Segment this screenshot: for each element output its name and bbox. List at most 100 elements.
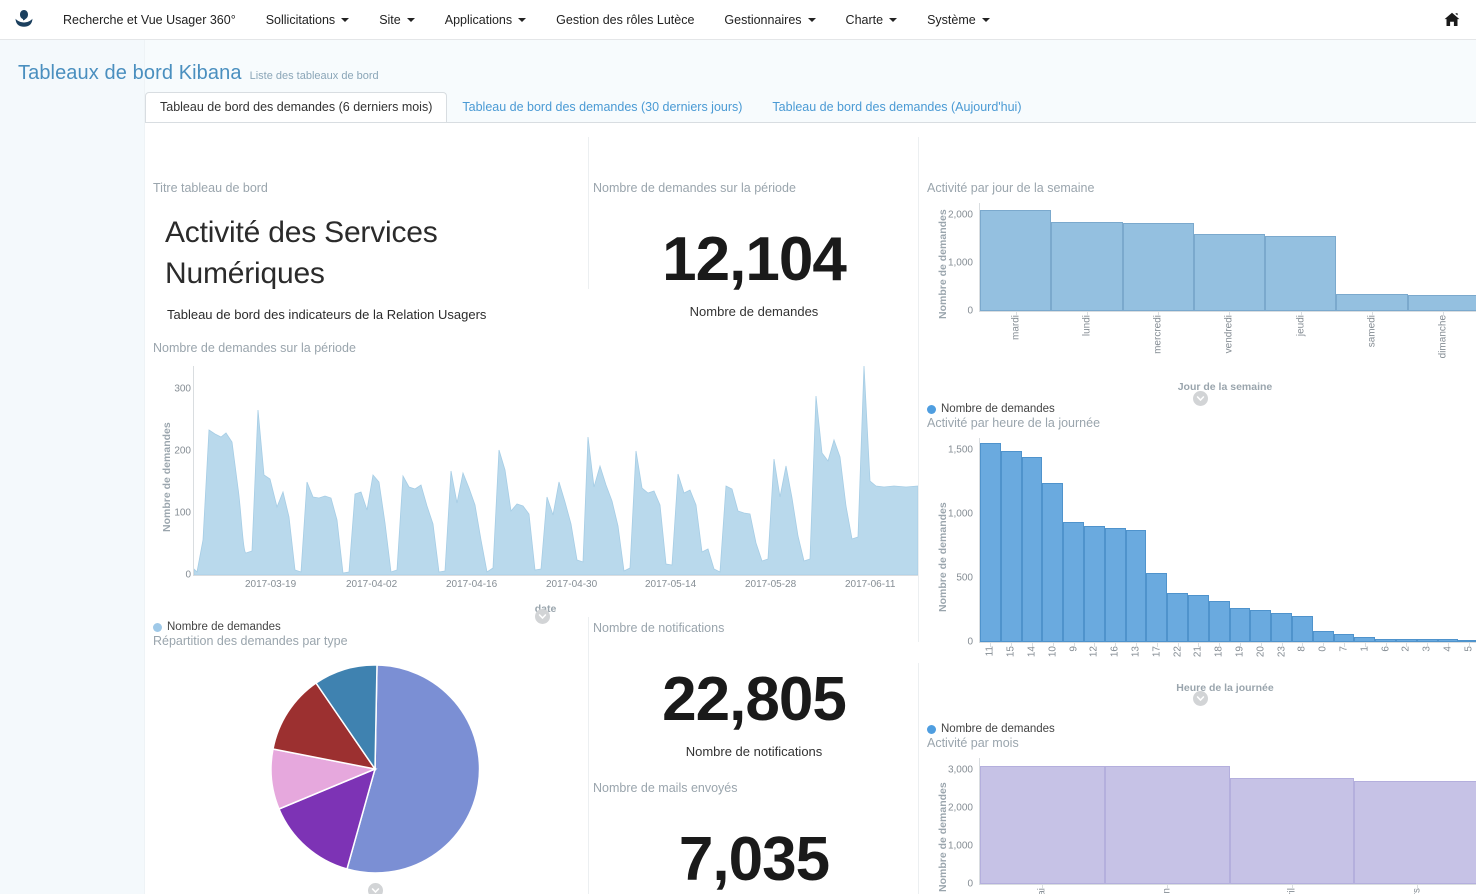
bar-slot[interactable]: jeudi [1265, 203, 1336, 311]
bar-slot[interactable]: juin [1105, 758, 1230, 884]
page-subtitle: Liste des tableaux de bord [250, 70, 379, 82]
x-tick-label-11: 11 [985, 646, 996, 656]
bar-hour-20[interactable] [1250, 610, 1271, 642]
x-tickmark [1282, 642, 1283, 647]
bar-slot[interactable]: 12 [1084, 438, 1105, 642]
bar-hour-7[interactable] [1334, 634, 1355, 642]
bar-slot[interactable]: 9 [1063, 438, 1084, 642]
bar-slot[interactable]: 11 [980, 438, 1001, 642]
bar-slot[interactable]: 14 [1022, 438, 1043, 642]
bar-hour-21[interactable] [1188, 595, 1209, 642]
collapse-chevron-icon-pie[interactable] [368, 883, 383, 894]
bar-jeudi[interactable] [1265, 236, 1336, 311]
bar-mercredi[interactable] [1123, 223, 1194, 311]
bar-slot[interactable]: 3 [1417, 438, 1438, 642]
tab-6-derniers-mois[interactable]: Tableau de bord des demandes (6 derniers… [145, 92, 447, 123]
bar-slot[interactable]: 8 [1292, 438, 1313, 642]
bar-avril[interactable] [1230, 778, 1355, 884]
bar-slot[interactable]: 13 [1126, 438, 1147, 642]
bar-slot[interactable]: 22 [1167, 438, 1188, 642]
nav-item-gestion-roles-lutece[interactable]: Gestion des rôles Lutèce [541, 0, 709, 40]
bar-slot[interactable]: avril [1230, 758, 1355, 884]
bar-slot[interactable]: 4 [1438, 438, 1459, 642]
bar-slot[interactable]: 5 [1458, 438, 1476, 642]
bar-slot[interactable]: dimanche [1408, 203, 1476, 311]
lutece-logo-icon[interactable] [0, 0, 48, 40]
bar-hour-16[interactable] [1105, 528, 1126, 642]
bar-hour-0[interactable] [1313, 631, 1334, 642]
x-tick-label-12: 12 [1089, 646, 1100, 657]
bar-slot[interactable]: 1 [1354, 438, 1375, 642]
bar-vendredi[interactable] [1194, 234, 1265, 311]
bar-hour-13[interactable] [1126, 530, 1147, 642]
bar-mai[interactable] [980, 766, 1105, 884]
timeline-area-chart[interactable]: Nombre de demandes 300 200 100 0 2017-03… [153, 357, 918, 597]
bar-hour-23[interactable] [1271, 613, 1292, 642]
nav-item-label: Sollicitations [266, 13, 335, 27]
x-tick-label-2017-04-30: 2017-04-30 [546, 579, 597, 590]
bar-slot[interactable]: 21 [1188, 438, 1209, 642]
collapse-chevron-icon-hour[interactable] [1193, 691, 1208, 706]
nav-item-applications[interactable]: Applications [430, 0, 541, 40]
nav-item-site[interactable]: Site [364, 0, 430, 40]
bar-slot[interactable]: 0 [1313, 438, 1334, 642]
month-bar-chart[interactable]: Nombre de demandes 3,000 2,000 1,000 0 m… [927, 752, 1476, 894]
home-icon[interactable] [1442, 10, 1462, 30]
pie-chart[interactable] [269, 663, 481, 880]
bar-slot[interactable]: 23 [1271, 438, 1292, 642]
panel-divider [588, 617, 589, 894]
bar-slot[interactable]: 2 [1396, 438, 1417, 642]
bar-slot[interactable]: vendredi [1194, 203, 1265, 311]
bar-dimanche[interactable] [1408, 295, 1476, 311]
bar-slot[interactable]: 16 [1105, 438, 1126, 642]
nav-item-gestionnaires[interactable]: Gestionnaires [709, 0, 830, 40]
hour-bar-chart[interactable]: Nombre de demandes 1,500 1,000 500 0 11 … [927, 432, 1476, 692]
bar-hour-15[interactable] [1001, 451, 1022, 642]
bar-slot[interactable]: 19 [1230, 438, 1251, 642]
panel-month-chart: Nombre de demandes Activité par mois Nom… [927, 723, 1476, 894]
bar-slot[interactable]: 17 [1146, 438, 1167, 642]
nav-item-charte[interactable]: Charte [831, 0, 913, 40]
pie-svg[interactable] [269, 663, 481, 875]
bar-slot[interactable]: lundi [1051, 203, 1122, 311]
bar-slot[interactable]: 18 [1209, 438, 1230, 642]
bar-hour-10[interactable] [1042, 483, 1063, 642]
bar-slot[interactable]: samedi [1336, 203, 1407, 311]
bar-mardi[interactable] [980, 210, 1051, 311]
nav-item-systeme[interactable]: Système [912, 0, 1005, 40]
bar-hour-9[interactable] [1063, 522, 1084, 642]
top-navigation-bar: Recherche et Vue Usager 360° Sollicitati… [0, 0, 1476, 40]
nav-item-recherche-vue-usager[interactable]: Recherche et Vue Usager 360° [48, 0, 251, 40]
bar-hour-11[interactable] [980, 443, 1001, 642]
bar-slot[interactable]: mars [1354, 758, 1476, 884]
x-tick-label-2017-03-19: 2017-03-19 [245, 579, 296, 590]
bar-lundi[interactable] [1051, 222, 1122, 311]
bar-slot[interactable]: 20 [1250, 438, 1271, 642]
bar-slot[interactable]: 15 [1001, 438, 1022, 642]
bar-slot[interactable]: 7 [1334, 438, 1355, 642]
bar-slot[interactable]: 6 [1375, 438, 1396, 642]
tab-aujourdhui[interactable]: Tableau de bord des demandes (Aujourd'hu… [757, 92, 1036, 123]
bar-hour-8[interactable] [1292, 616, 1313, 642]
bar-hour-12[interactable] [1084, 526, 1105, 642]
chevron-down-icon [341, 18, 349, 22]
x-tickmark [1365, 642, 1366, 647]
bar-mars[interactable] [1354, 781, 1476, 884]
bar-slot[interactable]: mercredi [1123, 203, 1194, 311]
bar-hour-19[interactable] [1230, 608, 1251, 642]
bar-samedi[interactable] [1336, 294, 1407, 311]
weekday-bar-chart[interactable]: Nombre de demandes 2,000 1,000 0 mardi [927, 197, 1476, 402]
bar-hour-22[interactable] [1167, 593, 1188, 642]
bar-hour-17[interactable] [1146, 573, 1167, 642]
bar-slot[interactable]: mai [980, 758, 1105, 884]
bar-slot[interactable]: mardi [980, 203, 1051, 311]
nav-item-sollicitations[interactable]: Sollicitations [251, 0, 364, 40]
bar-hour-18[interactable] [1209, 601, 1230, 642]
nav-item-label: Charte [846, 13, 884, 27]
bar-hour-14[interactable] [1022, 457, 1043, 642]
bar-juin[interactable] [1105, 766, 1230, 884]
bar-hour-5[interactable] [1458, 640, 1476, 642]
bar-slot[interactable]: 10 [1042, 438, 1063, 642]
panel-title: Nombre de mails envoyés [593, 781, 915, 795]
tab-30-derniers-jours[interactable]: Tableau de bord des demandes (30 dernier… [447, 92, 757, 123]
